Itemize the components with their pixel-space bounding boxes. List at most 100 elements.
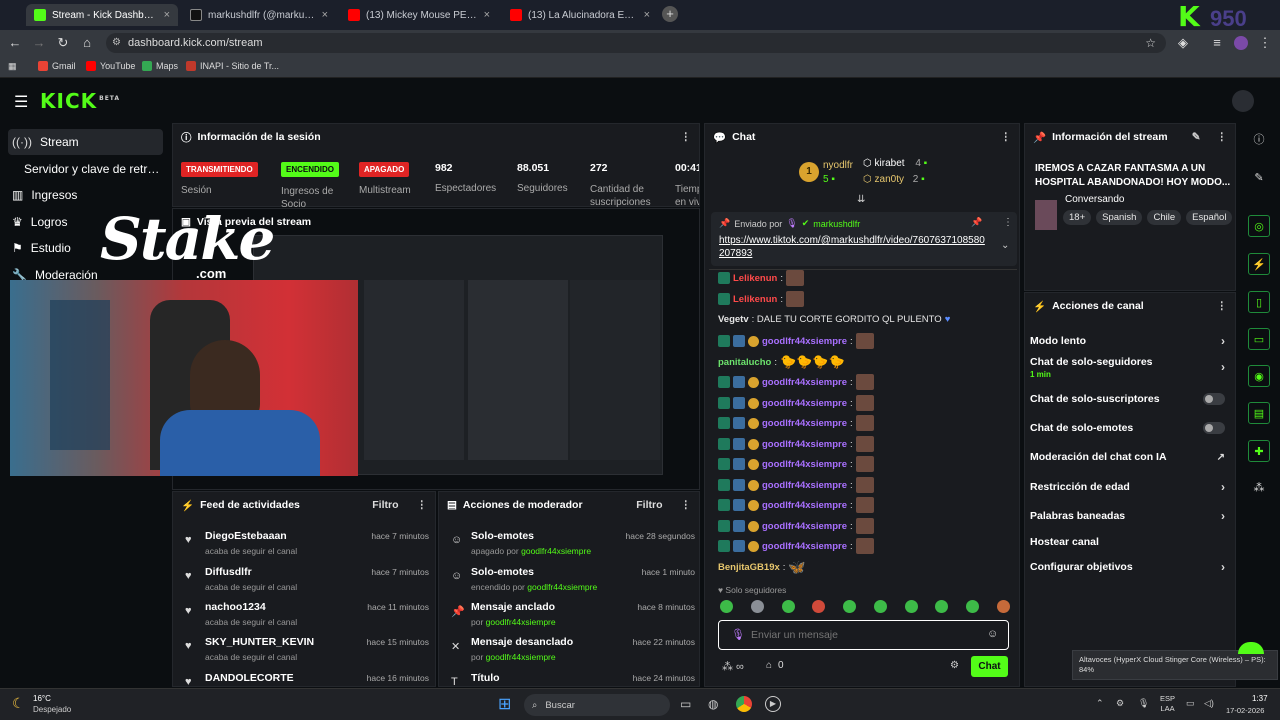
emoji-picker-icon[interactable]: ☺ xyxy=(987,628,998,640)
emote-button[interactable] xyxy=(966,600,980,613)
hamburger-menu-icon[interactable]: ☰ xyxy=(14,92,28,112)
emote-button[interactable] xyxy=(750,600,764,613)
forward-icon[interactable]: → xyxy=(32,36,46,50)
emote-button[interactable] xyxy=(843,600,857,613)
more-options-icon[interactable]: ⋮ xyxy=(1001,131,1012,143)
pinned-link[interactable]: https://www.tiktok.com/@markushdlfr/vide… xyxy=(719,234,989,260)
send-chat-button[interactable]: Chat xyxy=(971,656,1008,677)
emote-button[interactable] xyxy=(812,600,826,613)
document-icon[interactable]: ▯ xyxy=(1248,291,1270,313)
speaker-icon[interactable]: ◁) xyxy=(1204,698,1214,709)
reload-icon[interactable]: ↻ xyxy=(56,36,70,50)
clock-date[interactable]: 17-02-2026 xyxy=(1226,706,1264,715)
bookmark-gmail[interactable]: Gmail xyxy=(38,61,76,71)
chrome-icon[interactable] xyxy=(736,696,752,712)
emote-button[interactable] xyxy=(996,600,1010,613)
multistream-status[interactable]: APAGADO Multistream xyxy=(359,162,411,196)
edit-pencil-icon[interactable]: ✎ xyxy=(1248,167,1270,189)
tab-tiktok[interactable]: markushdlfr (@markushdlfr) | T × xyxy=(182,4,336,26)
more-options-icon[interactable]: ⋮ xyxy=(1217,131,1228,143)
emote-button[interactable] xyxy=(904,600,918,613)
windows-start-icon[interactable]: ⊞ xyxy=(498,696,516,714)
tray-app-icon[interactable]: ⚙ xyxy=(1116,698,1124,709)
taskbar-search[interactable]: ⌕ Buscar xyxy=(524,694,670,716)
extensions-icon[interactable]: ◈ xyxy=(1176,36,1190,50)
leaderboard-user[interactable]: nyodlfr xyxy=(823,160,853,171)
clip-icon[interactable]: ◎ xyxy=(1248,215,1270,237)
user-avatar[interactable] xyxy=(1232,90,1254,112)
action-set-goals[interactable]: Configurar objetivos › xyxy=(1030,557,1225,577)
leaderboard-expand-icon[interactable]: ⇊ xyxy=(857,194,865,205)
chevron-right-icon: › xyxy=(1221,560,1225,574)
bookmark-star-icon[interactable]: ☆ xyxy=(1145,33,1156,53)
unpin-icon[interactable]: 📌 xyxy=(971,217,982,228)
bookmark-youtube[interactable]: YouTube xyxy=(86,61,135,71)
more-options-icon[interactable]: ⋮ xyxy=(681,499,692,511)
layout-icon[interactable]: ▤ xyxy=(1248,402,1270,424)
more-options-icon[interactable]: ⋮ xyxy=(681,131,692,143)
bolt-icon[interactable]: ⚡ xyxy=(1248,253,1270,275)
emote-button[interactable] xyxy=(720,600,733,613)
filter-button[interactable]: Filtro xyxy=(636,499,662,511)
close-tab-icon[interactable]: × xyxy=(484,9,490,21)
bookmark-inapi[interactable]: INAPI - Sitio de Tr... xyxy=(186,61,279,71)
media-player-icon[interactable]: ▶ xyxy=(765,696,781,712)
more-options-icon[interactable]: ⋮ xyxy=(1217,300,1228,312)
category-name[interactable]: Conversando xyxy=(1065,194,1124,205)
tab-youtube-1[interactable]: (13) Mickey Mouse PERTURBA × xyxy=(340,4,498,26)
close-tab-icon[interactable]: × xyxy=(644,9,650,21)
action-ai-moderation[interactable]: Moderación del chat con IA ↗ xyxy=(1030,447,1225,467)
emote-button[interactable] xyxy=(781,600,795,613)
tray-chevron-icon[interactable]: ⌃ xyxy=(1096,698,1104,709)
weather-desc[interactable]: Despejado xyxy=(33,705,71,714)
chat-input[interactable] xyxy=(751,627,971,643)
kick-logo[interactable]: KICK BETA xyxy=(40,89,120,113)
action-host-channel[interactable]: Hostear canal xyxy=(1030,532,1225,552)
profile-avatar-icon[interactable] xyxy=(1234,36,1248,50)
weather-temp[interactable]: 16°C xyxy=(33,694,51,703)
infinity-points-icon[interactable]: ⁂ ∞ xyxy=(722,660,744,673)
chevron-down-icon[interactable]: ⌄ xyxy=(1001,240,1009,251)
action-banned-words[interactable]: Palabras baneadas › xyxy=(1030,506,1225,526)
clock-time[interactable]: 1:37 xyxy=(1252,694,1268,703)
new-tab-button[interactable]: + xyxy=(662,6,678,22)
apps-grid-icon[interactable]: ▦ xyxy=(8,61,17,72)
browser-menu-icon[interactable]: ⋮ xyxy=(1258,36,1272,50)
action-slow-mode[interactable]: Modo lento › xyxy=(1030,331,1225,351)
tab-youtube-2[interactable]: (13) La Alucinadora Explicación × xyxy=(502,4,658,26)
emote-button[interactable] xyxy=(873,600,887,613)
url-field[interactable]: ⚙ dashboard.kick.com/stream ☆ xyxy=(106,33,1166,53)
close-tab-icon[interactable]: × xyxy=(322,9,328,21)
sidebar-item-server-key[interactable]: Servidor y clave de retransm xyxy=(8,156,163,182)
action-age-restriction[interactable]: Restricción de edad › xyxy=(1030,477,1225,497)
points-counter[interactable]: ⌂ 0 xyxy=(766,660,784,671)
action-followers-only[interactable]: Chat de solo-seguidores 1 min › xyxy=(1030,356,1225,382)
site-info-icon[interactable]: ⚙ xyxy=(112,33,121,53)
close-tab-icon[interactable]: × xyxy=(164,9,170,21)
back-icon[interactable]: ← xyxy=(8,36,22,50)
emotes-only-toggle[interactable] xyxy=(1203,422,1225,434)
more-options-icon[interactable]: ⋮ xyxy=(417,499,428,511)
app-icon[interactable]: ◍ xyxy=(708,697,718,711)
media-icon[interactable]: ≡ xyxy=(1210,36,1224,50)
language-indicator[interactable]: ESP LAA xyxy=(1160,694,1175,714)
more-options-icon[interactable]: ⋮ xyxy=(1003,217,1013,228)
mic-tray-icon[interactable]: 🎙 xyxy=(1138,698,1149,709)
sidebar-item-stream[interactable]: ((·)) Stream xyxy=(8,129,163,155)
tab-stream-dashboard[interactable]: Stream - Kick Dashboard × xyxy=(26,4,178,26)
broadcast-icon[interactable]: ◉ xyxy=(1248,365,1270,387)
info-icon[interactable]: ⓘ xyxy=(1248,129,1270,151)
task-view-icon[interactable]: ▭ xyxy=(680,697,691,711)
emote-button[interactable] xyxy=(935,600,949,613)
add-widget-icon[interactable]: ⁂ xyxy=(1248,477,1270,499)
filter-button[interactable]: Filtro xyxy=(372,499,398,511)
chat-settings-icon[interactable]: ⚙ xyxy=(950,660,959,671)
wrench-icon[interactable]: ✚ xyxy=(1248,440,1270,462)
home-icon[interactable]: ⌂ xyxy=(80,36,94,50)
bookmark-maps[interactable]: Maps xyxy=(142,61,178,71)
chat-bubble-icon[interactable]: ▭ xyxy=(1248,328,1270,350)
network-icon[interactable]: ▭ xyxy=(1186,698,1195,709)
edit-pencil-icon[interactable]: ✎ xyxy=(1192,131,1201,143)
subscribers-only-toggle[interactable] xyxy=(1203,393,1225,405)
chat-input-box[interactable]: 🎙 ☺ xyxy=(718,620,1009,650)
